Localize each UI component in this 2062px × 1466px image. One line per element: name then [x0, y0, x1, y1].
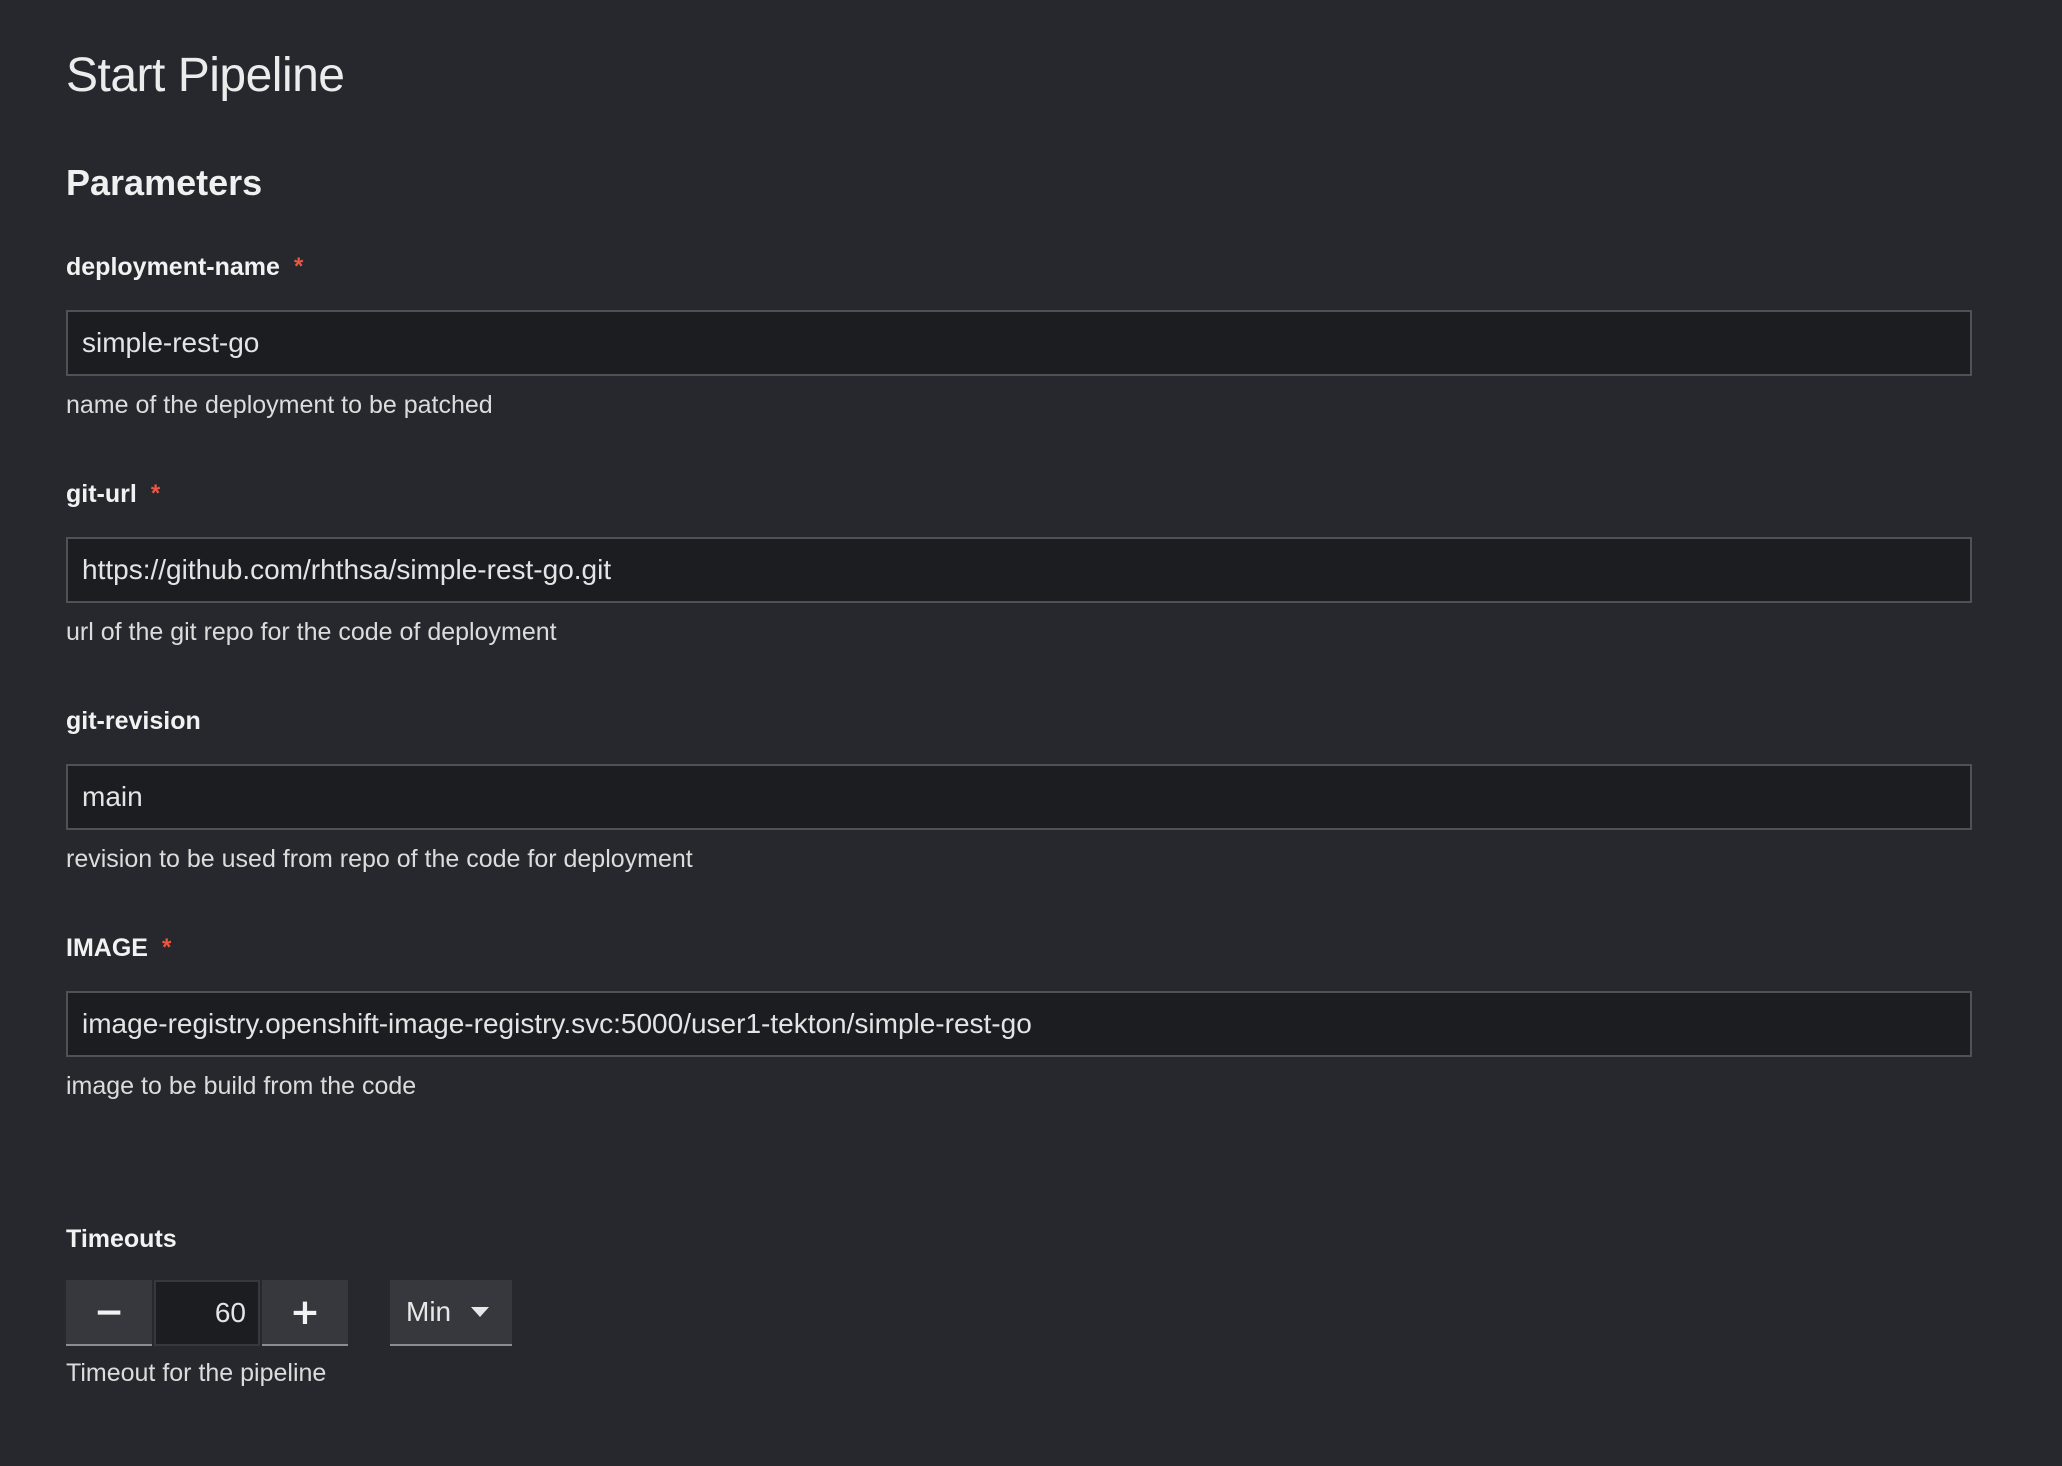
git-url-input[interactable]	[66, 537, 1972, 603]
param-label: git-url	[66, 480, 137, 508]
timeout-value-input[interactable]: 60	[154, 1280, 260, 1346]
timeouts-section: Timeouts − 60 + Min Timeout for the pipe…	[66, 1224, 512, 1390]
param-helper-text: name of the deployment to be patched	[66, 391, 493, 419]
parameters-heading: Parameters	[66, 162, 263, 203]
param-label: deployment-name	[66, 253, 280, 281]
param-label-row: git-url *	[66, 479, 1972, 509]
timeouts-label: Timeouts	[66, 1225, 177, 1253]
param-label-row: deployment-name *	[66, 252, 1972, 282]
param-helper-text: image to be build from the code	[66, 1072, 417, 1100]
param-label-row: IMAGE *	[66, 933, 1972, 963]
param-label: git-revision	[66, 707, 201, 735]
param-helper-text: revision to be used from repo of the cod…	[66, 845, 693, 873]
required-marker: *	[293, 253, 304, 280]
timeout-stepper: − 60 + Min	[66, 1280, 512, 1346]
page-title: Start Pipeline	[66, 49, 345, 102]
param-helper-text: url of the git repo for the code of depl…	[66, 618, 557, 646]
param-label-row: git-revision	[66, 706, 1972, 736]
required-marker: *	[161, 934, 172, 961]
param-label: IMAGE	[66, 934, 148, 962]
param-git-revision: git-revision revision to be used from re…	[66, 706, 1972, 876]
start-pipeline-page: Start Pipeline Parameters deployment-nam…	[0, 0, 2062, 1466]
git-revision-input[interactable]	[66, 764, 1972, 830]
timeout-unit-value: Min	[406, 1296, 452, 1327]
param-git-url: git-url * url of the git repo for the co…	[66, 479, 1972, 649]
deployment-name-input[interactable]	[66, 310, 1972, 376]
required-marker: *	[150, 480, 161, 507]
timeout-helper-text: Timeout for the pipeline	[66, 1359, 327, 1387]
increment-button[interactable]: +	[262, 1280, 348, 1346]
caret-down-icon	[471, 1307, 490, 1317]
param-deployment-name: deployment-name * name of the deployment…	[66, 252, 1972, 422]
param-image: IMAGE * image to be build from the code	[66, 933, 1972, 1103]
image-input[interactable]	[66, 991, 1972, 1057]
decrement-button[interactable]: −	[66, 1280, 152, 1346]
timeout-unit-dropdown[interactable]: Min	[390, 1280, 512, 1346]
